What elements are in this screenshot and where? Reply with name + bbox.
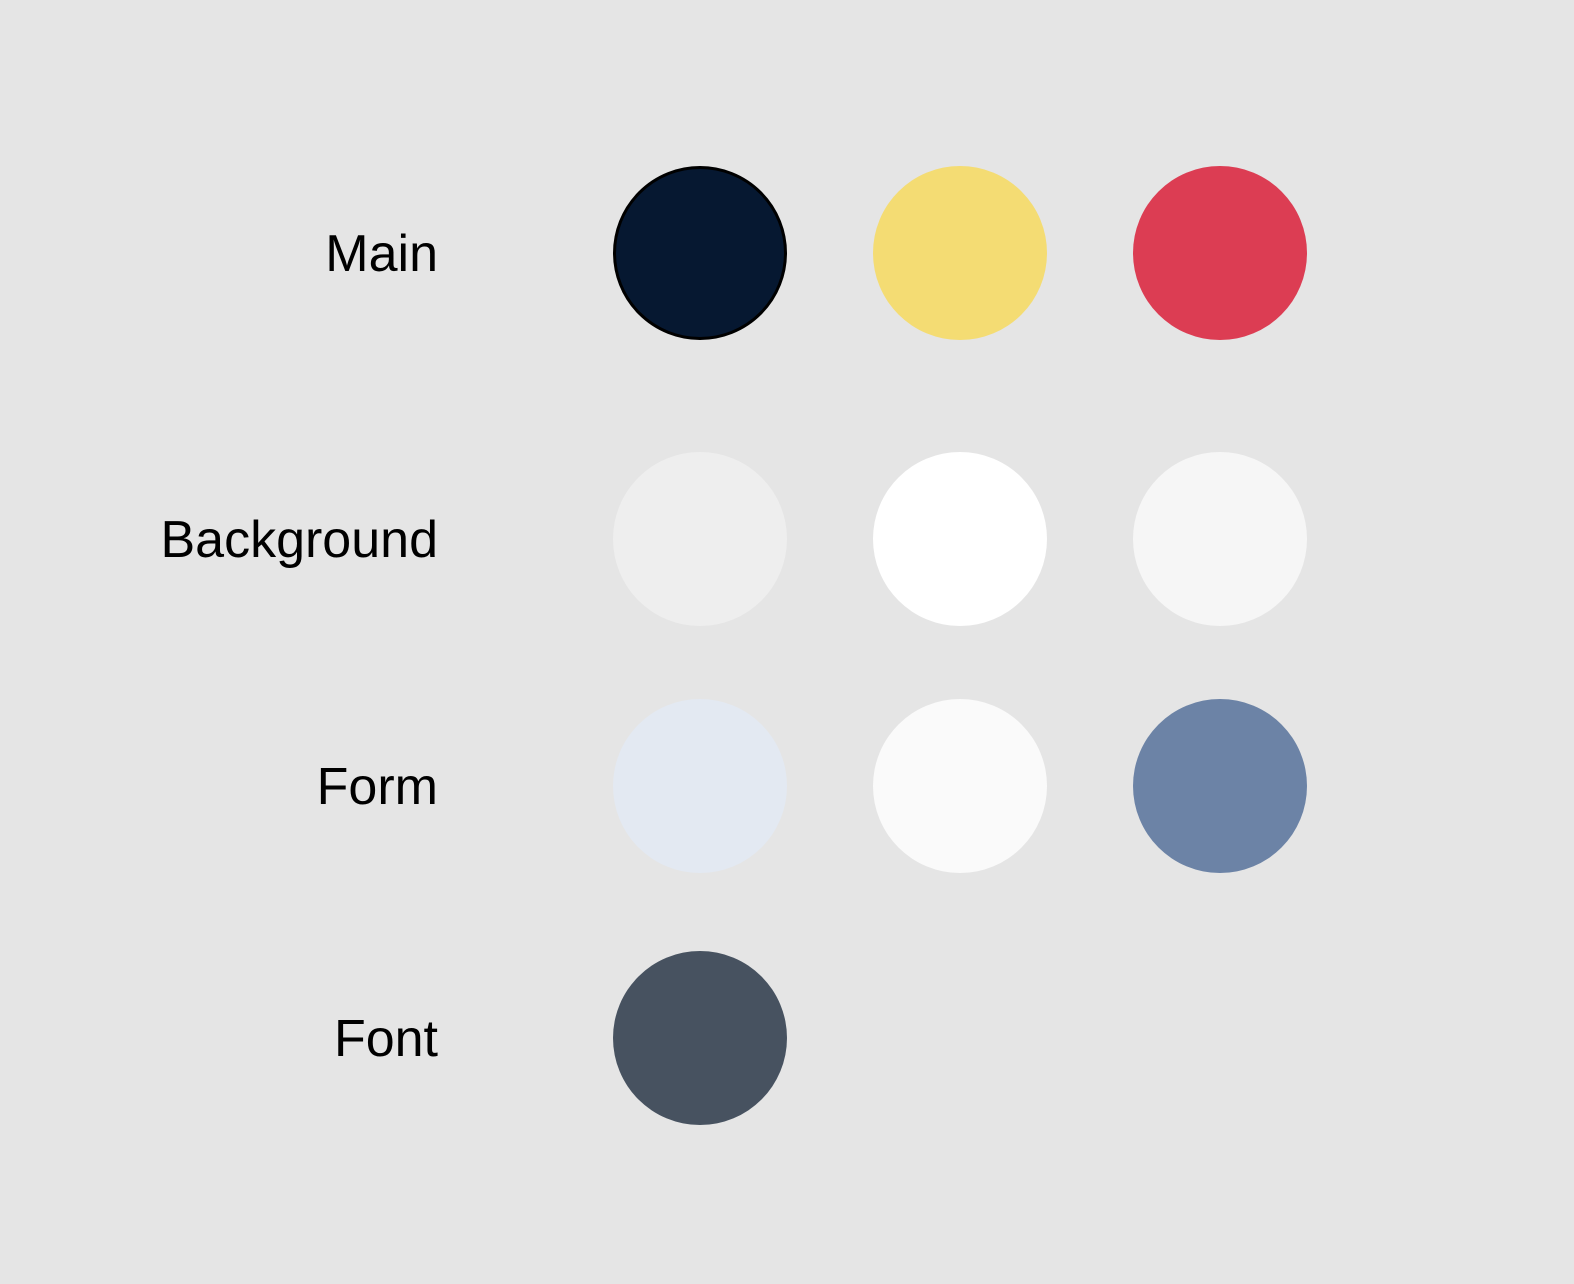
- color-swatch: [613, 166, 787, 340]
- color-swatch: [873, 699, 1047, 873]
- palette-row-main: Main: [0, 166, 1574, 342]
- color-swatch: [1133, 452, 1307, 626]
- palette-row-background: Background: [0, 452, 1574, 628]
- color-swatch: [613, 951, 787, 1125]
- color-swatch: [613, 699, 787, 873]
- group-label-background: Background: [160, 511, 438, 569]
- color-swatch: [873, 452, 1047, 626]
- color-swatch: [1133, 166, 1307, 340]
- palette-row-font: Font: [0, 951, 1574, 1127]
- color-swatch: [873, 166, 1047, 340]
- color-swatch: [1133, 699, 1307, 873]
- group-label-font: Font: [333, 1010, 438, 1068]
- color-swatch: [613, 452, 787, 626]
- group-label-main: Main: [325, 225, 438, 283]
- palette-row-form: Form: [0, 699, 1574, 875]
- group-label-form: Form: [316, 758, 438, 816]
- color-palette: Main Background Form Font: [0, 0, 1574, 1284]
